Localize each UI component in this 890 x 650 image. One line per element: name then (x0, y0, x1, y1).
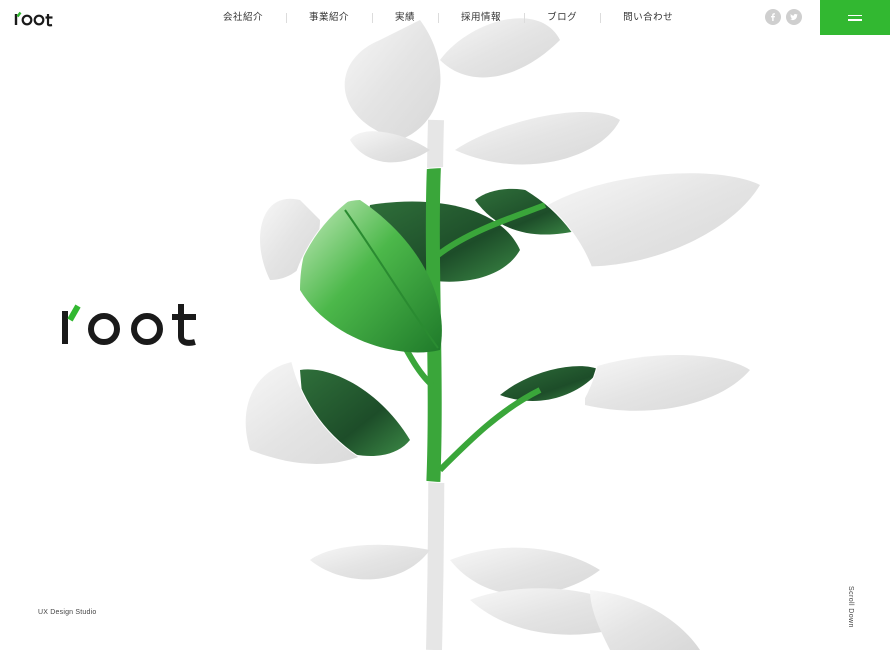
nav-item-works[interactable]: 実績 (372, 10, 438, 26)
hamburger-icon-line (848, 19, 862, 21)
header-logo-mark (14, 11, 53, 27)
nav-item-business[interactable]: 事業紹介 (286, 10, 372, 26)
main-nav: 会社紹介 事業紹介 実績 採用情報 ブログ 問い合わせ (200, 10, 696, 26)
facebook-icon[interactable] (765, 9, 781, 25)
header-logo[interactable]: root (14, 9, 58, 27)
twitter-icon[interactable] (786, 9, 802, 25)
hero-logo: root (60, 296, 196, 346)
nav-item-recruit[interactable]: 採用情報 (438, 10, 524, 26)
hamburger-icon (848, 14, 862, 16)
hero-logo-text: root (60, 296, 62, 297)
nav-item-contact[interactable]: 問い合わせ (600, 10, 696, 26)
scroll-down-link[interactable]: Scroll Down (847, 586, 854, 628)
nav-item-blog[interactable]: ブログ (524, 10, 600, 26)
menu-button[interactable] (820, 0, 890, 35)
nav-item-company[interactable]: 会社紹介 (200, 10, 286, 26)
hero-tagline: UX Design Studio (38, 609, 97, 616)
header-logo-text: root (14, 9, 16, 10)
